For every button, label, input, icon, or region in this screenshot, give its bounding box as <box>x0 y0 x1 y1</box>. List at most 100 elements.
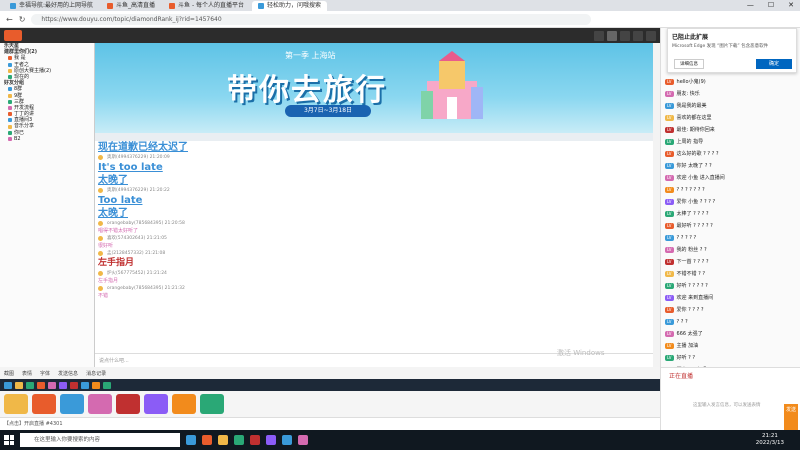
taskbar-app-icon[interactable] <box>218 435 228 445</box>
address-bar-row: ← ↻ https://www.douyu.com/topic/diamondR… <box>0 11 800 28</box>
taskbar-app-icon[interactable] <box>250 435 260 445</box>
live-chat-text: 爱你 小鱼 ? ? ? ? <box>676 199 716 205</box>
message-text: 不错 <box>98 293 109 299</box>
taskbar-app-icon[interactable] <box>186 435 196 445</box>
back-icon[interactable]: ← <box>6 15 13 24</box>
live-chat-message: LV 最好听 ? ? ? ? ? <box>661 220 800 232</box>
popup-desc: Microsoft Edge 发现 “图片下载” 包含恶意软件 <box>672 44 769 49</box>
taskbar-app-icon[interactable] <box>298 435 308 445</box>
os-taskbar: 在这里输入你要搜索的内容 21:21 2022/3/13 <box>0 430 800 450</box>
message-meta: orangebaby(785684395) 21:20:58 <box>98 220 653 227</box>
inner-app-icon[interactable] <box>59 381 67 389</box>
gift-icon[interactable] <box>172 394 196 414</box>
chat-message: It's too late <box>95 161 653 174</box>
inner-app-icon[interactable] <box>70 381 78 389</box>
browser-tab[interactable]: 斗鱼_高清直播 <box>101 1 161 11</box>
chat-tool-button[interactable]: 消息记录 <box>86 370 106 377</box>
refresh-icon[interactable]: ↻ <box>19 15 26 24</box>
url-input[interactable]: https://www.douyu.com/topic/diamondRank_… <box>31 13 592 25</box>
friends-sidebar: 乐天星 建群里你们(2) 我 是王者之 原创大赛主播(2) 现在的 好友分组 8群 9群 三群… <box>0 43 95 373</box>
toolbar-icon[interactable] <box>633 30 643 41</box>
close-icon[interactable]: ✕ <box>788 0 794 11</box>
gift-icon[interactable] <box>200 394 224 414</box>
user-level-badge: LV <box>665 271 674 277</box>
live-chat-list: LV hello小鬼(9) LV 朋友: 快乐 LV 我是我的最美 LV 喜欢的都在这里 LV 最… <box>661 76 800 376</box>
browser-tab[interactable]: 斗鱼 - 每个人的直播平台 <box>163 1 250 11</box>
chat-log[interactable]: 现在道歉已经太迟了 奥斯(4994376229) 21:20:09 It's too… <box>95 133 653 353</box>
live-chat-message: LV 欢迎 来到直播间 <box>661 292 800 304</box>
inner-app-icon[interactable] <box>15 381 23 389</box>
minimize-icon[interactable]: — <box>747 0 754 11</box>
taskbar-clock[interactable]: 21:21 2022/3/13 <box>756 433 800 447</box>
user-avatar-icon <box>8 105 12 110</box>
live-chat-message: LV 好听 ? ? ? ? ? <box>661 280 800 292</box>
gift-icon[interactable] <box>116 394 140 414</box>
inner-app-icon[interactable] <box>26 381 34 389</box>
tab-label: 斗鱼 - 每个人的直播平台 <box>178 1 245 9</box>
toolbar-icon[interactable] <box>620 30 630 41</box>
toolbar-icon[interactable] <box>646 30 656 41</box>
windows-start-icon[interactable] <box>4 435 14 445</box>
gift-icon[interactable] <box>60 394 84 414</box>
message-meta: 孟(2128457332) 21:21:08 <box>98 250 653 257</box>
chat-message: 现在道歉已经太迟了 <box>95 141 653 154</box>
inner-app-icon[interactable] <box>4 381 12 389</box>
popup-ok-button[interactable]: 确定 <box>756 59 792 69</box>
send-button[interactable]: 发送 <box>784 404 798 430</box>
live-chat-message: LV 这么好的歌 ? ? ? ? <box>661 148 800 160</box>
gift-icon[interactable] <box>88 394 112 414</box>
live-chat-message: LV? ? ? ? ? <box>661 232 800 244</box>
popup-details-button[interactable]: 详细信息 <box>674 59 704 69</box>
message-text: 唱得不错太好听了 <box>98 228 139 234</box>
user-level-badge: LV <box>665 139 674 145</box>
banner-title: 带你去旅行 <box>227 73 387 108</box>
gift-icon[interactable] <box>4 394 28 414</box>
inner-app-icon[interactable] <box>37 381 45 389</box>
inner-app-icon[interactable] <box>48 381 56 389</box>
live-chat-text: 666 太强了 <box>676 331 703 337</box>
chat-tool-button[interactable]: 字体 <box>40 370 50 377</box>
home-icon[interactable] <box>607 30 617 41</box>
message-meta: 奥斯(4994376229) 21:20:09 <box>98 154 653 161</box>
inner-app-icon[interactable] <box>103 381 111 389</box>
user-avatar-icon <box>8 56 12 61</box>
inner-app-icon[interactable] <box>92 381 100 389</box>
taskbar-app-icon[interactable] <box>266 435 276 445</box>
sender-name: 奥斯(4994376229) 21:20:22 <box>107 188 170 193</box>
chat-message: Too late <box>95 194 653 207</box>
sender-name: orangebaby(785684395) 21:20:58 <box>107 221 185 226</box>
message-meta: orangebaby(785684395) 21:21:32 <box>98 285 653 292</box>
message-input[interactable]: 说点什么吧... <box>99 358 129 364</box>
chat-tool-button[interactable]: 截图 <box>4 370 14 377</box>
toolbar-icon[interactable] <box>594 30 604 41</box>
message-text: 现在道歉已经太迟了 <box>98 142 188 153</box>
user-avatar-icon <box>8 93 12 98</box>
chat-tool-button[interactable]: 发送信息 <box>58 370 78 377</box>
gift-bar <box>0 391 660 417</box>
taskbar-search-input[interactable]: 在这里输入你要搜索的内容 <box>20 433 180 447</box>
live-chat-text: 好听 ? ? ? ? ? <box>676 283 708 289</box>
taskbar-app-icon[interactable] <box>282 435 292 445</box>
sender-avatar-icon <box>98 251 103 256</box>
message-text: It's too late <box>98 162 163 173</box>
sender-avatar-icon <box>98 188 103 193</box>
event-banner[interactable]: 第一季 上海站 带你去旅行 3月7日~3月18日 <box>95 43 653 133</box>
inner-app-icon[interactable] <box>81 381 89 389</box>
live-chat-input[interactable]: 这里输入发言信息，可以发送表情 <box>693 402 781 416</box>
gift-icon[interactable] <box>144 394 168 414</box>
gift-icon[interactable] <box>32 394 56 414</box>
live-chat-message: LV 下一首 ? ? ? ? <box>661 256 800 268</box>
maximize-icon[interactable]: ☐ <box>768 0 774 11</box>
sidebar-item[interactable]: B2 <box>0 136 94 142</box>
live-chat-text: 不错不错 ? ? <box>676 271 706 277</box>
chat-tool-button[interactable]: 表情 <box>22 370 32 377</box>
taskbar-app-icon[interactable] <box>202 435 212 445</box>
browser-tab[interactable]: 幸福导航:最好用的上网导航 <box>4 1 99 11</box>
message-meta: 奥斯(4994376229) 21:20:22 <box>98 187 653 194</box>
chat-message: 喜欢(574302643) 21:21:05 <box>95 235 653 242</box>
tab-favicon-icon <box>10 2 16 9</box>
taskbar-app-icon[interactable] <box>234 435 244 445</box>
browser-tab[interactable]: 轻松助力，问哦搜索 <box>252 0 328 11</box>
extension-blocked-popup: 已阻止此扩展 Microsoft Edge 发现 “图片下载” 包含恶意软件 详… <box>667 28 797 73</box>
user-level-badge: LV <box>665 103 674 109</box>
